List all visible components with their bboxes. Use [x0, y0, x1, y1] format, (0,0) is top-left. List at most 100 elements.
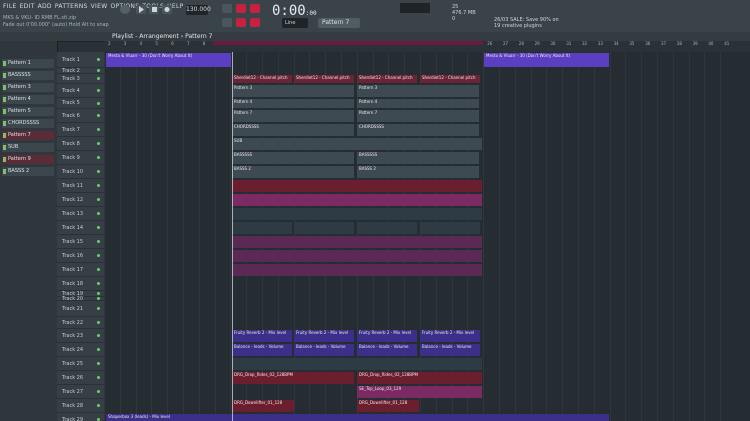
playlist-clip[interactable]: Balance - leads - Volume: [294, 344, 354, 356]
playlist-clip[interactable]: BASSS 2: [357, 166, 479, 178]
track-header-7[interactable]: Track 7: [57, 123, 104, 137]
track-header-23[interactable]: Track 23: [57, 329, 104, 343]
playlist-clip[interactable]: [232, 208, 482, 220]
playlist-clip[interactable]: [232, 222, 292, 234]
playlist-clip[interactable]: Pattern 4: [357, 99, 479, 108]
track-header-4[interactable]: Track 4: [57, 84, 104, 98]
playlist-clip[interactable]: DRG_Drop_Rides_02_128BPM: [232, 372, 354, 384]
track-enable-led[interactable]: [97, 226, 100, 229]
playlist-clip[interactable]: Pattern 3: [232, 85, 354, 97]
playlist-clip[interactable]: CHORDSSSS: [232, 124, 354, 136]
track-header-25[interactable]: Track 25: [57, 357, 104, 371]
playlist-clip[interactable]: Shaperbox 3 (leads) - Mix level: [106, 414, 609, 421]
track-header-18[interactable]: Track 18: [57, 277, 104, 291]
playlist-clip[interactable]: BASSSSS: [232, 152, 354, 164]
playlist-clip[interactable]: Sherdiet12 - Channel pitch: [294, 75, 354, 83]
menu-item-add[interactable]: ADD: [38, 3, 52, 10]
menu-item-edit[interactable]: EDIT: [20, 3, 35, 10]
track-header-21[interactable]: Track 21: [57, 301, 104, 317]
track-enable-led[interactable]: [97, 89, 100, 92]
track-enable-led[interactable]: [97, 292, 100, 295]
stop-button[interactable]: [149, 5, 159, 14]
channel-9[interactable]: Pattern 9: [2, 155, 54, 164]
track-enable-led[interactable]: [97, 77, 100, 80]
playlist-clip[interactable]: Balance - leads - Volume: [357, 344, 417, 356]
playlist-clip[interactable]: [232, 194, 482, 206]
playlist-clip[interactable]: [420, 222, 480, 234]
playlist-grid[interactable]: Mesto & Vluarr - 30 (Don't Worry About I…: [104, 52, 750, 421]
playlist-clip[interactable]: Mesto & Vluarr - 30 (Don't Worry About I…: [106, 53, 231, 67]
track-header-16[interactable]: Track 16: [57, 249, 104, 263]
menu-item-view[interactable]: VIEW: [91, 3, 108, 10]
playlist-clip[interactable]: Fruity Reverb 2 - Mix level: [357, 330, 417, 342]
tempo-display[interactable]: 130.000: [186, 5, 211, 15]
playlist-clip[interactable]: Fruity Reverb 2 - Mix level: [232, 330, 292, 342]
track-header-11[interactable]: Track 11: [57, 179, 104, 193]
song-pattern-toggle[interactable]: [120, 5, 130, 14]
track-enable-led[interactable]: [97, 212, 100, 215]
track-enable-led[interactable]: [97, 297, 100, 300]
track-enable-led[interactable]: [97, 321, 100, 324]
countdown-button[interactable]: [236, 18, 246, 27]
wait-input-button[interactable]: [250, 4, 260, 13]
playlist-clip[interactable]: [232, 264, 482, 276]
playlist-clip[interactable]: CHORDSSSS: [357, 124, 479, 136]
track-header-28[interactable]: Track 28: [57, 399, 104, 413]
track-header-17[interactable]: Track 17: [57, 263, 104, 277]
track-enable-led[interactable]: [97, 390, 100, 393]
playlist-clip[interactable]: DRG_Downlifter_01_128: [357, 400, 419, 412]
loop-record-button[interactable]: [250, 18, 260, 27]
news-panel[interactable]: 26/03 SALE: Save 90% on 19 creative plug…: [494, 17, 559, 29]
track-header-9[interactable]: Track 9: [57, 151, 104, 165]
playlist-clip[interactable]: Fruity Reverb 2 - Mix level: [294, 330, 354, 342]
track-header-29[interactable]: Track 29: [57, 413, 104, 421]
playlist-clip[interactable]: [294, 222, 354, 234]
track-header-5[interactable]: Track 5: [57, 98, 104, 109]
playlist-clip[interactable]: Balance - leads - Volume: [232, 344, 292, 356]
track-header-13[interactable]: Track 13: [57, 207, 104, 221]
track-header-15[interactable]: Track 15: [57, 235, 104, 249]
channel-8[interactable]: SUB: [2, 143, 54, 152]
playlist-clip[interactable]: Sherdiet12 - Channel pitch: [420, 75, 480, 83]
track-enable-led[interactable]: [97, 101, 100, 105]
playlist-clip[interactable]: Pattern 3: [357, 85, 479, 97]
channel-2[interactable]: BASSSSS: [2, 71, 54, 80]
track-header-22[interactable]: Track 22: [57, 317, 104, 329]
track-header-12[interactable]: Track 12: [57, 193, 104, 207]
menu-item-patterns[interactable]: PATTERNS: [55, 3, 88, 10]
track-enable-led[interactable]: [97, 348, 100, 351]
metronome-button[interactable]: [236, 4, 246, 13]
playlist-clip[interactable]: SUB: [232, 138, 482, 150]
playlist-clip[interactable]: BASSS 2: [232, 166, 354, 178]
channel-5[interactable]: Pattern 5: [2, 107, 54, 116]
track-header-10[interactable]: Track 10: [57, 165, 104, 179]
track-enable-led[interactable]: [97, 362, 100, 365]
channel-3[interactable]: Pattern 3: [2, 83, 54, 92]
track-enable-led[interactable]: [97, 282, 100, 285]
track-header-14[interactable]: Track 14: [57, 221, 104, 235]
track-enable-led[interactable]: [97, 404, 100, 407]
playlist-clip[interactable]: [232, 250, 482, 262]
play-button[interactable]: [136, 5, 146, 14]
track-enable-led[interactable]: [97, 376, 100, 379]
blend-notes-button[interactable]: [222, 4, 232, 13]
track-header-1[interactable]: Track 1: [57, 52, 104, 68]
playlist-clip[interactable]: DRG_Downlifter_01_128: [232, 400, 294, 412]
track-enable-led[interactable]: [97, 156, 100, 159]
playlist-clip[interactable]: Mesto & Vluarr - 30 (Don't Worry About I…: [484, 53, 609, 67]
playlist-clip[interactable]: Pattern 4: [232, 99, 354, 108]
track-enable-led[interactable]: [97, 240, 100, 243]
playlist-clip[interactable]: [232, 358, 482, 370]
playhead[interactable]: [232, 52, 233, 421]
track-header-8[interactable]: Track 8: [57, 137, 104, 151]
channel-7[interactable]: Pattern 7: [2, 131, 54, 140]
track-enable-led[interactable]: [97, 142, 100, 145]
loop-region[interactable]: [213, 41, 483, 45]
playlist-clip[interactable]: [357, 222, 417, 234]
track-enable-led[interactable]: [97, 307, 100, 310]
playlist-clip[interactable]: Sherdiet12 - Channel pitch: [357, 75, 417, 83]
channel-10[interactable]: BASSS 2: [2, 167, 54, 176]
playlist-clip[interactable]: SE_Top_Loop_03_129: [357, 386, 482, 398]
menu-item-file[interactable]: FILE: [3, 3, 17, 10]
playlist-clip[interactable]: Balance - leads - Volume: [420, 344, 480, 356]
